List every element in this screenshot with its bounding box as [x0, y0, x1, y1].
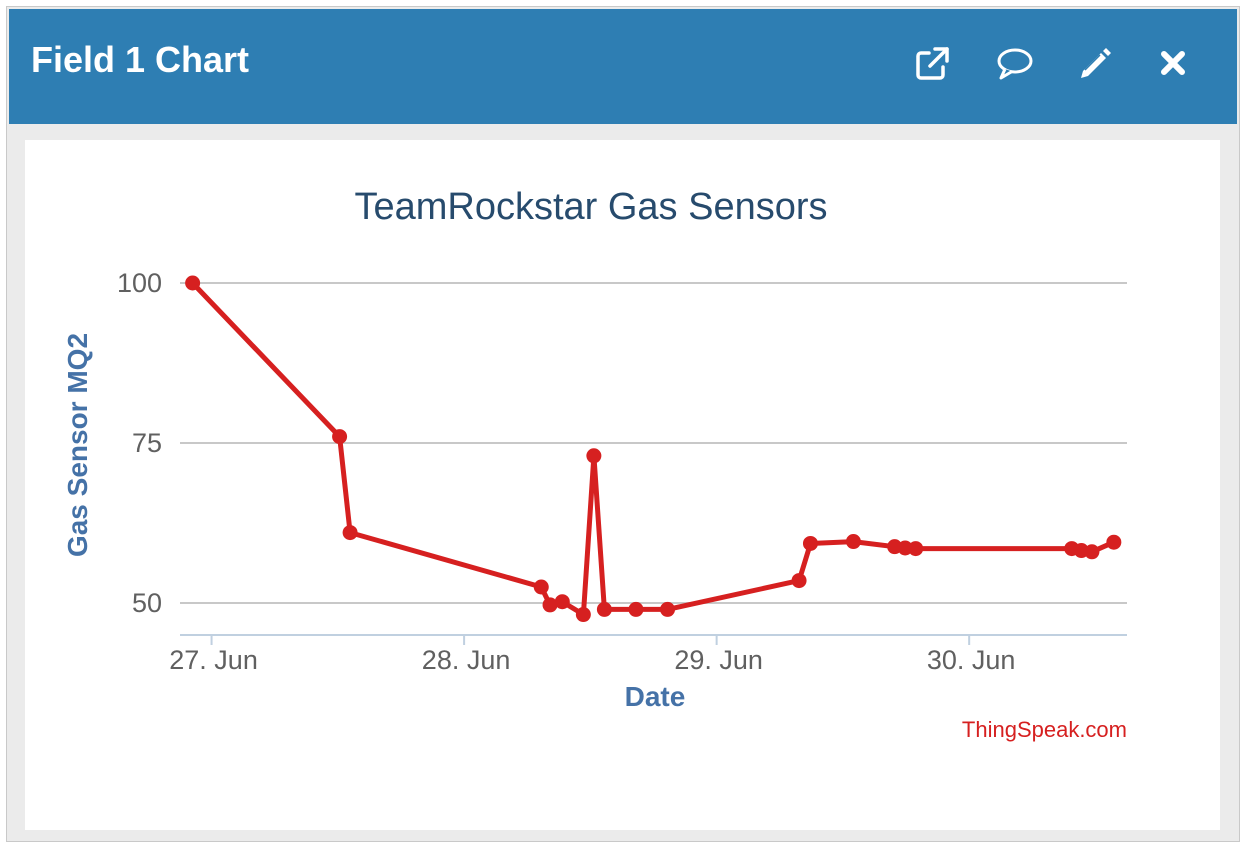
x-tick-label: 29. Jun — [674, 645, 763, 675]
data-point — [185, 275, 201, 291]
data-point — [1106, 534, 1122, 550]
data-point — [586, 448, 602, 464]
data-point — [660, 601, 676, 617]
series-layer — [185, 275, 1122, 623]
data-point — [802, 535, 818, 551]
data-point — [554, 594, 570, 610]
data-point — [596, 601, 612, 617]
y-axis-title: Gas Sensor MQ2 — [62, 333, 93, 557]
data-point — [908, 541, 924, 557]
chart-title: TeamRockstar Gas Sensors — [354, 186, 827, 228]
y-tick-label: 50 — [132, 588, 162, 618]
x-tick-label: 28. Jun — [422, 645, 511, 675]
widget-header: Field 1 Chart — [9, 9, 1237, 124]
chart-credit[interactable]: ThingSpeak.com — [962, 717, 1127, 742]
data-point — [791, 573, 807, 589]
data-point — [533, 579, 549, 595]
grid-lines: 100 75 50 — [117, 268, 1127, 618]
comment-icon[interactable] — [995, 43, 1035, 83]
chart-panel: 100 75 50 27. Jun 28. Jun 29. Jun 30. Jun Tea… — [25, 140, 1220, 830]
x-axis: 27. Jun 28. Jun 29. Jun 30. Jun — [169, 634, 1127, 675]
y-tick-label: 75 — [132, 428, 162, 458]
data-point — [342, 525, 358, 541]
x-axis-title: Date — [625, 681, 686, 712]
close-icon[interactable] — [1153, 43, 1193, 83]
data-point — [845, 534, 861, 550]
data-point — [575, 607, 591, 623]
widget-title: Field 1 Chart — [31, 39, 250, 80]
x-tick-label: 30. Jun — [927, 645, 1016, 675]
data-point — [332, 429, 348, 445]
line-chart: 100 75 50 27. Jun 28. Jun 29. Jun 30. Jun Tea… — [62, 186, 1127, 742]
x-tick-label: 27. Jun — [169, 645, 258, 675]
chart-widget: Field 1 Chart 100 75 50 27. Jun 28. Jun … — [6, 6, 1240, 842]
series-line — [190, 281, 1115, 617]
data-point — [1084, 544, 1100, 560]
y-tick-label: 100 — [117, 268, 162, 298]
edit-icon[interactable] — [1075, 43, 1115, 83]
data-point — [628, 601, 644, 617]
open-external-icon[interactable] — [913, 43, 953, 83]
